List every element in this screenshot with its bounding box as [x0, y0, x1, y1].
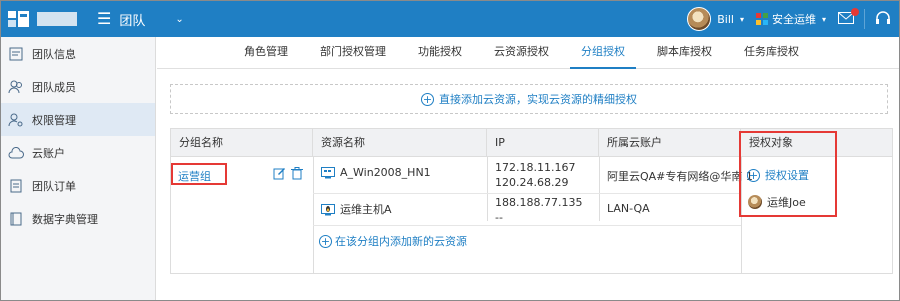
- ip-cell: 188.188.77.135 --: [495, 195, 582, 225]
- resource-name: 运维主机A: [340, 203, 392, 216]
- main-content: 角色管理 部门授权管理 功能授权 云资源授权 分组授权 脚本库授权 任务库授权 …: [157, 37, 899, 300]
- grantee-item[interactable]: 运维Joe: [748, 194, 806, 210]
- col-divider: [487, 157, 488, 221]
- sidebar-item-label: 数据字典管理: [32, 212, 98, 226]
- auth-setting-label: 授权设置: [765, 169, 809, 182]
- tab-function-auth[interactable]: 功能授权: [407, 36, 473, 68]
- sidebar-item-team-members[interactable]: 团队成员: [1, 70, 155, 103]
- plus-circle-icon: +: [747, 169, 760, 182]
- row-divider: [313, 225, 741, 226]
- ops-grid-icon: [755, 13, 768, 25]
- ip-private: 172.18.11.167: [495, 161, 576, 174]
- ip-private: 188.188.77.135: [495, 196, 583, 209]
- tab-script-library-auth[interactable]: 脚本库授权: [646, 36, 723, 68]
- sidebar-item-data-dictionary[interactable]: 数据字典管理: [1, 202, 155, 235]
- tab-task-library-auth[interactable]: 任务库授权: [733, 36, 810, 68]
- ip-public: 120.24.68.29: [495, 176, 569, 189]
- team-title[interactable]: 团队: [119, 10, 145, 29]
- tab-department-auth[interactable]: 部门授权管理: [309, 36, 397, 68]
- col-divider: [599, 157, 600, 221]
- group-table: 分组名称 资源名称 IP 所属云账户 授权对象 运营组 A_Win2008_HN…: [170, 128, 893, 274]
- team-switch-chevron-icon[interactable]: ⌄: [175, 14, 183, 25]
- users-icon: [8, 79, 24, 95]
- sidebar-item-team-orders[interactable]: 团队订单: [1, 169, 155, 202]
- menu-icon[interactable]: ☰: [97, 11, 111, 27]
- col-header-account: 所属云账户: [599, 129, 741, 157]
- table-row: A_Win2008_HN1: [321, 166, 431, 179]
- group-name-link[interactable]: 运营组: [178, 168, 211, 184]
- sidebar-item-label: 团队订单: [32, 179, 76, 193]
- app-name-redacted: [37, 12, 77, 26]
- sidebar-item-label: 云账户: [32, 146, 65, 160]
- user-key-icon: [8, 112, 24, 128]
- notification-badge: [851, 7, 859, 16]
- headset-icon[interactable]: [875, 10, 891, 28]
- resource-name: A_Win2008_HN1: [340, 166, 431, 179]
- table-row: 运维主机A: [321, 201, 392, 217]
- sidebar-item-permissions[interactable]: 权限管理: [1, 103, 155, 136]
- add-resource-in-group-button[interactable]: + 在该分组内添加新的云资源: [319, 233, 467, 249]
- tab-role-management[interactable]: 角色管理: [233, 36, 299, 68]
- book-icon: [8, 211, 24, 227]
- plus-circle-icon: +: [319, 235, 332, 248]
- plus-circle-icon: +: [421, 92, 434, 106]
- col-header-group: 分组名称: [171, 129, 313, 157]
- sidebar-item-cloud-account[interactable]: 云账户: [1, 136, 155, 169]
- sidebar-item-label: 权限管理: [32, 113, 76, 127]
- sidebar-item-team-info[interactable]: 团队信息: [1, 37, 155, 70]
- user-name[interactable]: Bill: [717, 13, 734, 26]
- org-icon: [8, 46, 24, 62]
- mail-icon[interactable]: [838, 7, 859, 27]
- windows-icon: [321, 167, 335, 179]
- col-divider: [313, 157, 314, 274]
- ip-cell: 172.18.11.167 120.24.68.29: [495, 160, 575, 190]
- sidebar: 团队信息 团队成员 权限管理 云账户 团队订单 数据字典管理: [1, 37, 156, 300]
- tab-cloud-resource-auth[interactable]: 云资源授权: [483, 36, 560, 68]
- edit-icon[interactable]: [273, 167, 286, 183]
- add-cloud-resource-button[interactable]: + 直接添加云资源，实现云资源的精细授权: [170, 84, 888, 114]
- row-divider: [313, 193, 741, 194]
- add-resource-in-group-label: 在该分组内添加新的云资源: [335, 235, 467, 248]
- sidebar-item-label: 团队信息: [32, 47, 76, 61]
- order-icon: [8, 178, 24, 194]
- top-bar: ☰ 团队 ⌄ Bill ▾ 安全运维 ▾: [1, 1, 899, 37]
- ops-menu-chevron-icon[interactable]: ▾: [822, 15, 826, 24]
- tab-bar: 角色管理 部门授权管理 功能授权 云资源授权 分组授权 脚本库授权 任务库授权: [157, 37, 899, 69]
- linux-icon: [321, 204, 335, 216]
- avatar: [748, 195, 762, 209]
- grantee-name: 运维Joe: [767, 196, 806, 209]
- delete-icon[interactable]: [291, 167, 303, 183]
- account-cell: LAN-QA: [607, 202, 650, 215]
- account-cell: 阿里云QA#专有网络@华南 1: [607, 170, 753, 183]
- avatar[interactable]: [687, 7, 712, 31]
- ops-label[interactable]: 安全运维: [772, 11, 816, 27]
- sidebar-item-label: 团队成员: [32, 80, 76, 94]
- cloud-icon: [8, 145, 24, 161]
- ip-public: --: [495, 211, 503, 224]
- app-logo-icon[interactable]: [5, 8, 33, 30]
- tab-group-auth[interactable]: 分组授权: [570, 36, 636, 69]
- user-menu-chevron-icon[interactable]: ▾: [740, 15, 744, 24]
- col-header-ip: IP: [487, 129, 599, 157]
- auth-setting-button[interactable]: + 授权设置: [747, 167, 809, 183]
- add-cloud-resource-label: 直接添加云资源，实现云资源的精细授权: [439, 93, 637, 106]
- col-header-resource: 资源名称: [313, 129, 487, 157]
- header-divider: [864, 9, 865, 29]
